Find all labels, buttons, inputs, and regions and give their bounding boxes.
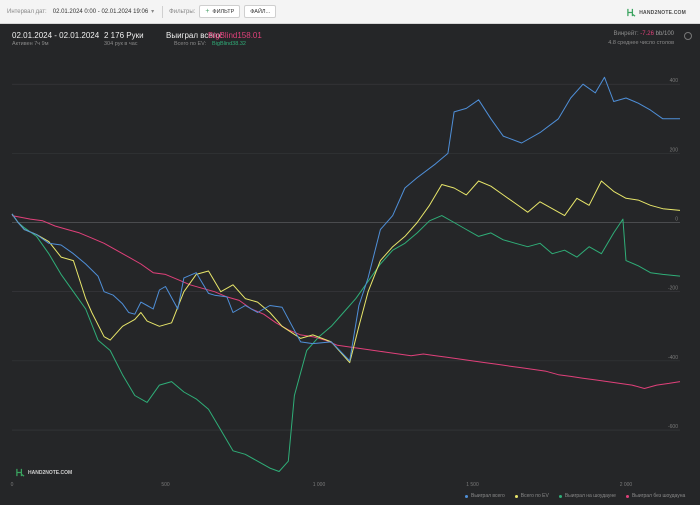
watermark: HAND2NOTE.COM bbox=[16, 468, 72, 477]
legend-dot bbox=[465, 494, 468, 498]
y-tick-label: 400 bbox=[670, 78, 679, 84]
y-tick-label: 0 bbox=[675, 217, 678, 223]
chart-lines bbox=[11, 76, 681, 472]
legend-dot bbox=[558, 494, 562, 498]
x-tick-label: 2 000 bbox=[620, 482, 633, 488]
hand2note-watermark-icon bbox=[16, 468, 25, 477]
y-tick-label: -200 bbox=[668, 286, 678, 292]
x-tick-label: 500 bbox=[161, 482, 170, 488]
y-tick-label: -400 bbox=[668, 355, 678, 361]
legend-item-won[interactable]: Выиграл всего bbox=[465, 493, 505, 499]
x-tick-label: 1 000 bbox=[313, 482, 326, 488]
legend-item-showdown[interactable]: Выиграл на шоудауне bbox=[558, 493, 616, 499]
graph-chart: 400 200 0 -200 -400 -600 0 500 1 000 1 500 2 000 bbox=[11, 76, 681, 488]
y-tick-label: 200 bbox=[670, 147, 679, 153]
watermark-text: HAND2NOTE.COM bbox=[28, 469, 73, 476]
legend-item-non-showdown[interactable]: Выиграл без шоудауна bbox=[625, 493, 686, 499]
x-tick-label: 1 500 bbox=[466, 482, 479, 488]
series-line-2 bbox=[11, 213, 681, 472]
legend-label: Выиграл всего bbox=[471, 493, 505, 499]
x-tick-label: 0 bbox=[11, 482, 14, 488]
legend-label: Всего по EV bbox=[520, 493, 549, 499]
series-line-3 bbox=[11, 215, 681, 389]
legend-label: Выиграл на шоудауне bbox=[564, 493, 616, 499]
legend-dot bbox=[514, 494, 518, 498]
chart-legend: Выиграл всего Всего по EV Выиграл на шоу… bbox=[465, 493, 695, 499]
legend-label: Выиграл без шоудауна bbox=[631, 493, 686, 499]
chart-ticks: 400 200 0 -200 -400 -600 0 500 1 000 1 500 2 000 bbox=[11, 78, 679, 488]
legend-dot bbox=[625, 494, 629, 498]
series-line-1 bbox=[11, 180, 681, 364]
series-line-0 bbox=[11, 76, 680, 362]
legend-item-ev[interactable]: Всего по EV bbox=[514, 493, 549, 499]
y-tick-label: -600 bbox=[668, 424, 678, 430]
